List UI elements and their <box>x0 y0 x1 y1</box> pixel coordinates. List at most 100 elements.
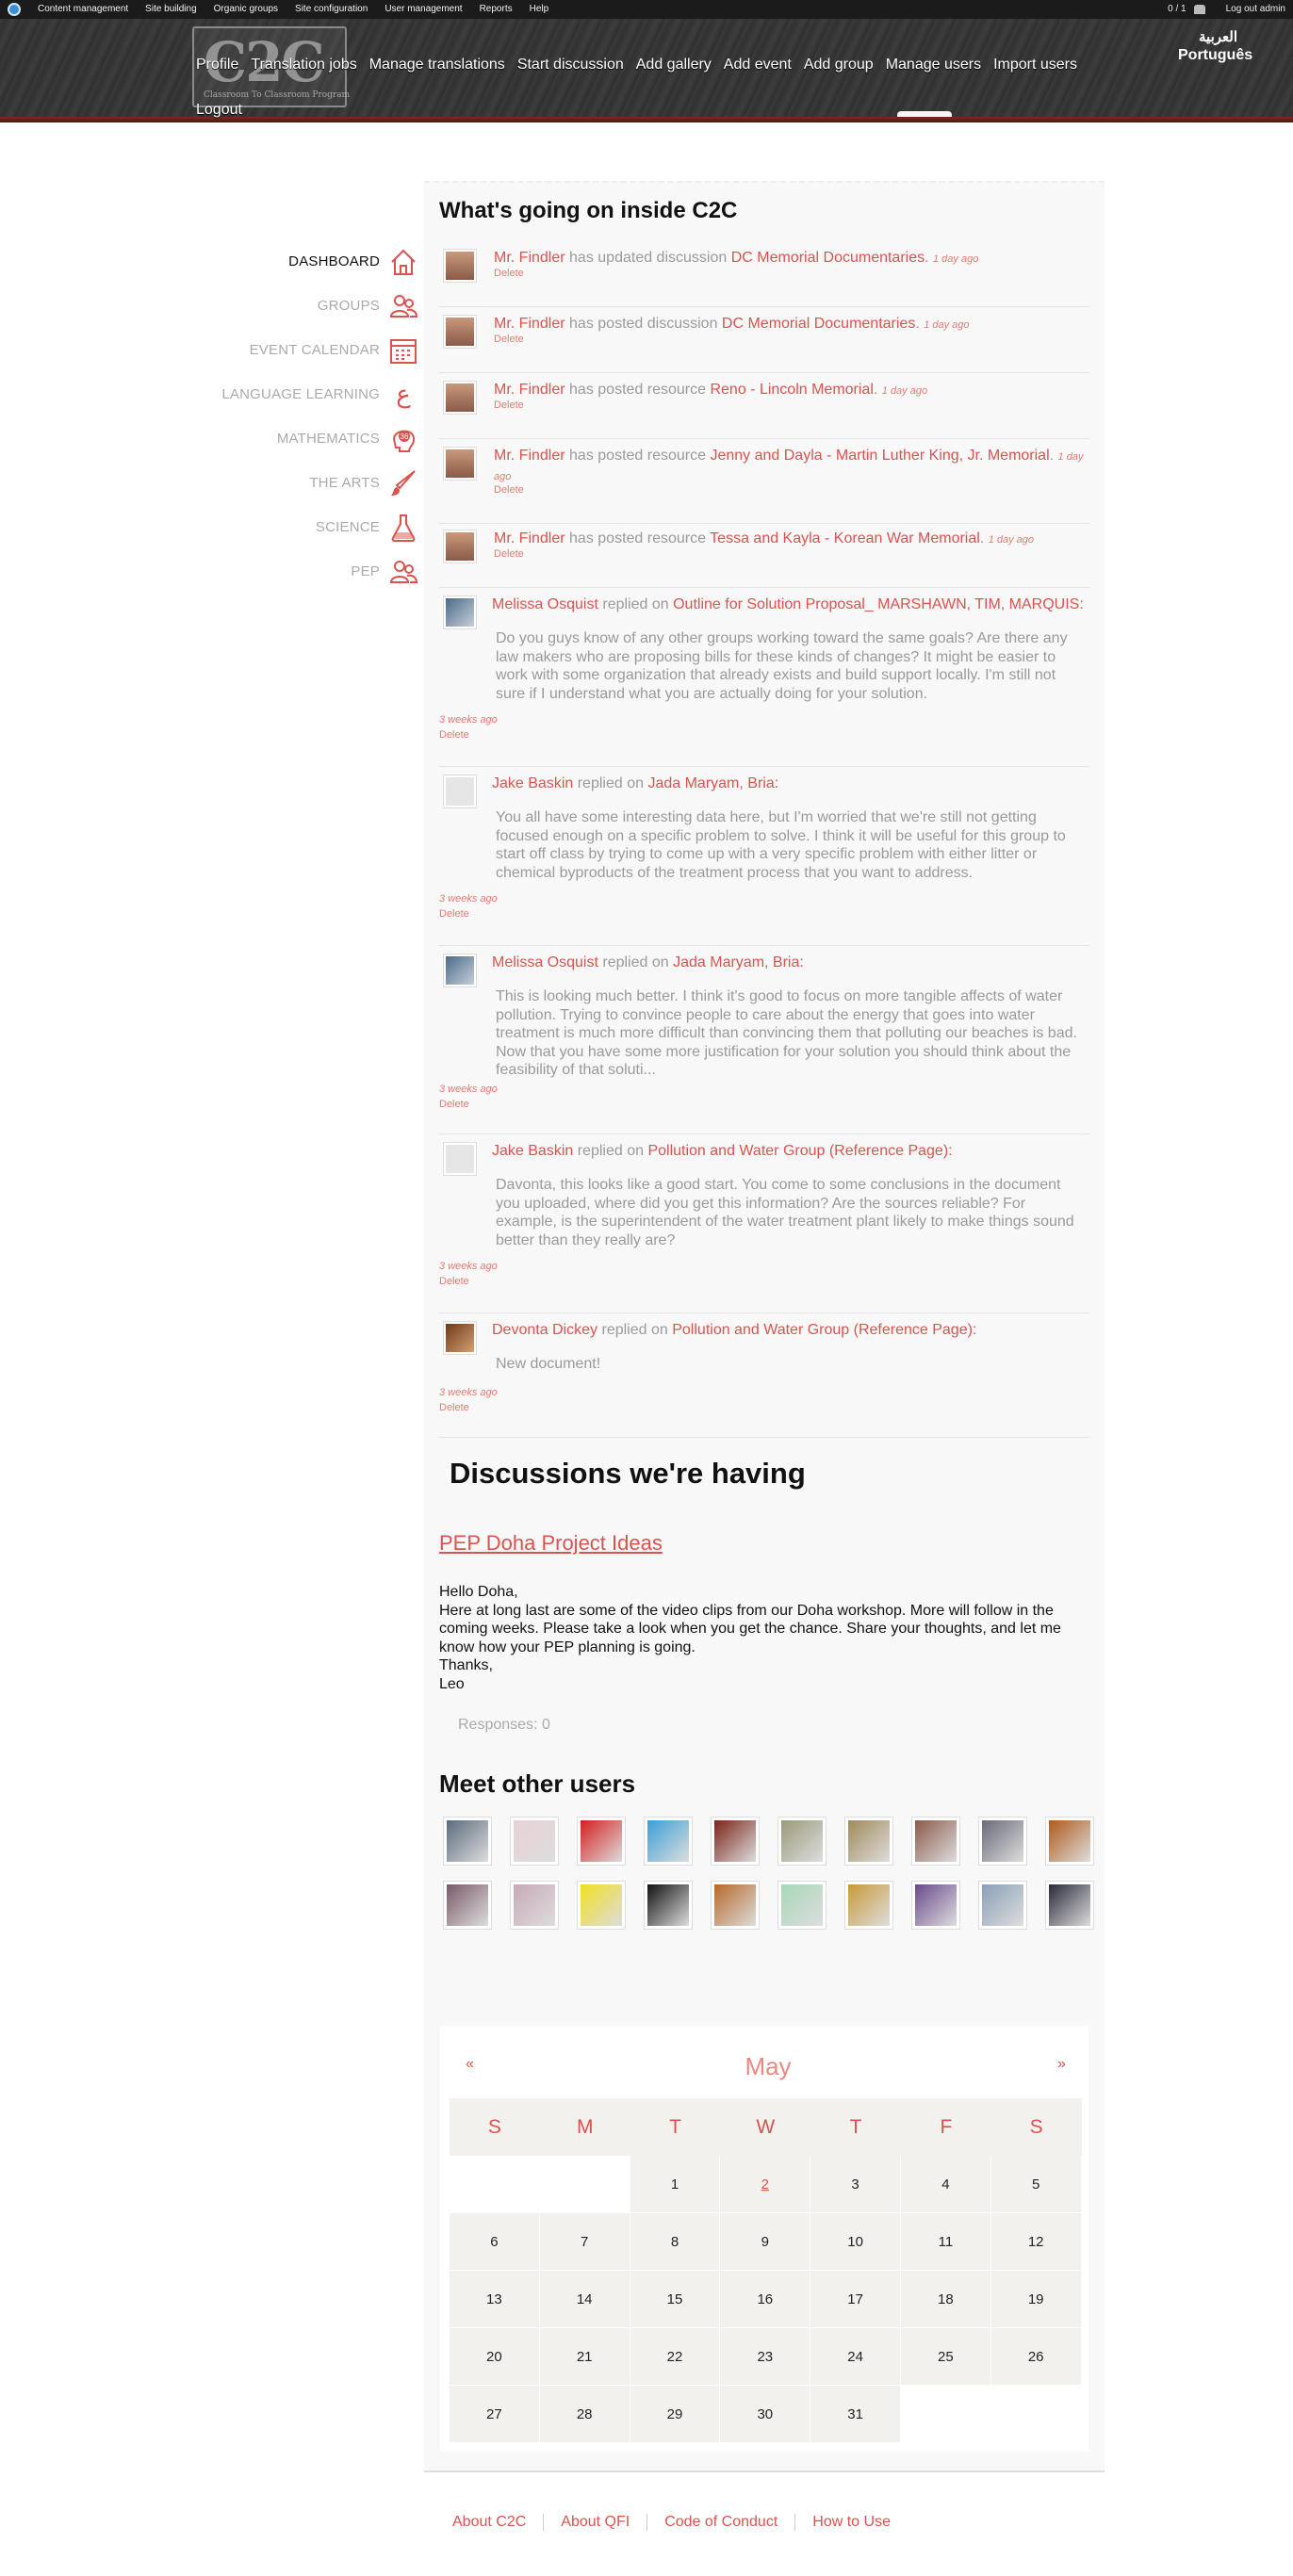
sidebar-item-dashboard[interactable]: DASHBOARD <box>188 239 419 284</box>
calendar-day[interactable]: 2 <box>720 2156 811 2213</box>
nav-add-event[interactable]: Add event <box>724 57 792 73</box>
avatar[interactable] <box>443 530 477 563</box>
activity-user-link[interactable]: Mr. Findler <box>494 250 565 266</box>
avatar[interactable] <box>443 954 477 987</box>
delete-link[interactable]: Delete <box>439 1276 469 1287</box>
nav-import-users[interactable]: Import users <box>993 57 1077 73</box>
activity-target-link[interactable]: Jenny and Dayla - Martin Luther King, Jr… <box>710 448 1049 464</box>
avatar[interactable] <box>443 1321 477 1355</box>
activity-time: 1 day ago <box>881 385 928 397</box>
footer-link-about-c2c[interactable]: About C2C <box>439 2514 543 2531</box>
admin-home-icon[interactable] <box>8 3 21 16</box>
discussion-title-link[interactable]: PEP Doha Project Ideas <box>439 1531 663 1556</box>
admin-menu-content-management[interactable]: Content management <box>38 4 128 14</box>
activity-target-link[interactable]: DC Memorial Documentaries <box>722 316 915 332</box>
nav-start-discussion[interactable]: Start discussion <box>517 57 624 73</box>
nav-manage-translations[interactable]: Manage translations <box>369 57 505 73</box>
avatar[interactable] <box>443 249 477 283</box>
activity-user-link[interactable]: Mr. Findler <box>494 316 565 332</box>
admin-menu-site-configuration[interactable]: Site configuration <box>295 4 368 14</box>
user-avatar[interactable] <box>777 1881 827 1930</box>
user-avatar[interactable] <box>510 1881 559 1930</box>
avatar[interactable] <box>443 595 477 629</box>
user-avatar[interactable] <box>777 1817 827 1866</box>
delete-link[interactable]: Delete <box>439 908 469 920</box>
delete-link[interactable]: Delete <box>439 1402 469 1413</box>
user-avatar[interactable] <box>844 1817 893 1866</box>
user-avatar[interactable] <box>711 1881 760 1930</box>
delete-link[interactable]: Delete <box>494 484 524 496</box>
footer-link-code-of-conduct[interactable]: Code of Conduct <box>646 2514 794 2531</box>
user-avatar[interactable] <box>978 1881 1027 1930</box>
nav-add-group[interactable]: Add group <box>804 57 874 73</box>
user-avatar[interactable] <box>711 1817 760 1866</box>
activity-target-link[interactable]: Tessa and Kayla - Korean War Memorial <box>710 530 980 546</box>
user-avatar[interactable] <box>911 1817 960 1866</box>
avatar[interactable] <box>443 381 477 415</box>
reply-target-link[interactable]: Jada Maryam, Bria: <box>673 954 804 970</box>
user-avatar[interactable] <box>978 1817 1027 1866</box>
activity-user-link[interactable]: Mr. Findler <box>494 382 565 398</box>
nav-manage-users[interactable]: Manage users <box>886 57 981 73</box>
calendar-prev-button[interactable]: « <box>466 2056 474 2073</box>
delete-link[interactable]: Delete <box>494 548 524 560</box>
calendar-day: 5 <box>990 2156 1082 2213</box>
reply-target-link[interactable]: Jada Maryam, Bria: <box>647 775 778 791</box>
sidebar-item-mathematics[interactable]: MATHEMATICS 36 <box>188 416 419 461</box>
nav-translation-jobs[interactable]: Translation jobs <box>251 57 356 73</box>
sidebar-item-event-calendar[interactable]: EVENT CALENDAR <box>188 328 419 372</box>
user-avatar[interactable] <box>644 1817 693 1866</box>
user-avatar[interactable] <box>510 1817 559 1866</box>
footer-link-about-qfi[interactable]: About QFI <box>543 2514 646 2531</box>
admin-menu-reports[interactable]: Reports <box>480 4 513 14</box>
activity-target-link[interactable]: DC Memorial Documentaries <box>731 250 925 266</box>
user-avatar[interactable] <box>644 1881 693 1930</box>
nav-add-gallery[interactable]: Add gallery <box>636 57 712 73</box>
reply-user-link[interactable]: Jake Baskin <box>492 1143 573 1159</box>
avatar[interactable] <box>443 1142 477 1176</box>
sidebar-item-pep[interactable]: PEP <box>188 549 419 594</box>
activity-target-link[interactable]: Reno - Lincoln Memorial <box>710 382 873 398</box>
reply-user-link[interactable]: Devonta Dickey <box>492 1322 597 1338</box>
admin-menu-help[interactable]: Help <box>530 4 549 14</box>
language-portuguese-link[interactable]: Português <box>1178 47 1252 64</box>
sidebar-item-language-learning[interactable]: LANGUAGE LEARNING ع <box>188 372 419 416</box>
reply-user-link[interactable]: Melissa Osquist <box>492 596 598 612</box>
admin-logout-link[interactable]: Log out admin <box>1226 4 1285 14</box>
sidebar-item-science[interactable]: SCIENCE <box>188 505 419 549</box>
user-avatar[interactable] <box>443 1881 492 1930</box>
activity-user-link[interactable]: Mr. Findler <box>494 448 565 464</box>
user-avatar[interactable] <box>1045 1817 1094 1866</box>
admin-menu-user-management[interactable]: User management <box>385 4 462 14</box>
user-avatar[interactable] <box>443 1817 492 1866</box>
sidebar-item-groups[interactable]: GROUPS <box>188 284 419 328</box>
user-avatar[interactable] <box>577 1817 626 1866</box>
reply-user-link[interactable]: Melissa Osquist <box>492 954 598 970</box>
logout-link[interactable]: Logout <box>196 102 242 119</box>
user-avatar[interactable] <box>1045 1881 1094 1930</box>
footer-link-how-to-use[interactable]: How to Use <box>794 2514 908 2531</box>
reply-target-link[interactable]: Pollution and Water Group (Reference Pag… <box>672 1322 976 1338</box>
user-avatar[interactable] <box>844 1881 893 1930</box>
delete-link[interactable]: Delete <box>494 268 524 279</box>
reply-target-link[interactable]: Pollution and Water Group (Reference Pag… <box>647 1143 952 1159</box>
avatar[interactable] <box>443 774 477 808</box>
delete-link[interactable]: Delete <box>494 399 524 411</box>
sidebar-item-the-arts[interactable]: THE ARTS <box>188 461 419 505</box>
admin-menu-site-building[interactable]: Site building <box>145 4 196 14</box>
language-arabic-link[interactable]: العربية <box>1199 28 1237 45</box>
activity-item: Mr. Findler has posted resource Reno - L… <box>439 381 1089 439</box>
reply-target-link[interactable]: Outline for Solution Proposal_ MARSHAWN,… <box>673 596 1084 612</box>
reply-user-link[interactable]: Jake Baskin <box>492 775 573 791</box>
admin-menu-organic-groups[interactable]: Organic groups <box>214 4 278 14</box>
avatar[interactable] <box>443 315 477 349</box>
delete-link[interactable]: Delete <box>439 729 469 741</box>
calendar-next-button[interactable]: » <box>1057 2056 1066 2073</box>
delete-link[interactable]: Delete <box>439 1099 469 1110</box>
activity-user-link[interactable]: Mr. Findler <box>494 530 565 546</box>
delete-link[interactable]: Delete <box>494 334 524 345</box>
user-avatar[interactable] <box>577 1881 626 1930</box>
nav-profile[interactable]: Profile <box>196 57 238 73</box>
user-avatar[interactable] <box>911 1881 960 1930</box>
avatar[interactable] <box>443 447 477 481</box>
